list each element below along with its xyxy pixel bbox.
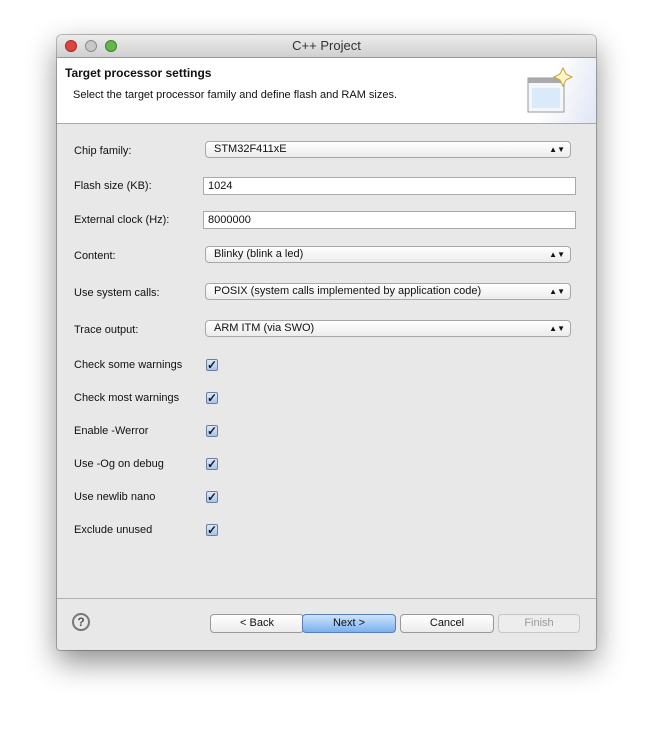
check-some-warnings-checkbox[interactable]: ✓ [206,359,218,371]
use-og-label: Use -Og on debug [74,458,164,470]
enable-werror-label: Enable -Werror [74,425,149,437]
exclude-unused-label: Exclude unused [74,524,153,536]
check-most-warnings-checkbox[interactable]: ✓ [206,392,218,404]
trace-output-value: ARM ITM (via SWO) [214,322,315,334]
exclude-unused-checkbox[interactable]: ✓ [206,524,218,536]
enable-werror-checkbox[interactable]: ✓ [206,425,218,437]
title-bar: C++ Project [57,35,596,58]
system-calls-select[interactable]: POSIX (system calls implemented by appli… [205,283,571,300]
minimize-button[interactable] [85,40,97,52]
system-calls-label: Use system calls: [74,287,160,299]
content-value: Blinky (blink a led) [214,248,304,260]
chevron-updown-icon: ▲▼ [549,145,565,154]
page-description: Select the target processor family and d… [73,89,398,101]
check-most-warnings-label: Check most warnings [74,392,180,404]
help-icon[interactable]: ? [72,613,90,631]
dialog-window: C++ Project Target processor settings Se… [57,35,596,650]
use-newlib-nano-checkbox[interactable]: ✓ [206,491,218,503]
divider [57,598,596,599]
chip-family-select[interactable]: STM32F411xE ▲▼ [205,141,571,158]
wizard-header: Target processor settings Select the tar… [57,58,596,124]
chip-family-label: Chip family: [74,145,132,157]
cancel-button[interactable]: Cancel [400,614,494,633]
finish-button: Finish [498,614,580,633]
chevron-updown-icon: ▲▼ [549,324,565,333]
window-title: C++ Project [292,38,361,53]
external-clock-label: External clock (Hz): [74,214,170,226]
flash-size-input[interactable]: 1024 [203,177,576,195]
trace-output-label: Trace output: [74,324,139,336]
page-title: Target processor settings [65,66,212,80]
chevron-updown-icon: ▲▼ [549,287,565,296]
trace-output-select[interactable]: ARM ITM (via SWO) ▲▼ [205,320,571,337]
use-og-checkbox[interactable]: ✓ [206,458,218,470]
zoom-button[interactable] [105,40,117,52]
content-select[interactable]: Blinky (blink a led) ▲▼ [205,246,571,263]
use-newlib-nano-label: Use newlib nano [74,491,156,503]
flash-size-label: Flash size (KB): [74,180,152,192]
next-button[interactable]: Next > [302,614,396,633]
system-calls-value: POSIX (system calls implemented by appli… [214,285,482,297]
close-button[interactable] [65,40,77,52]
chevron-updown-icon: ▲▼ [549,250,565,259]
content-label: Content: [74,250,116,262]
chip-family-value: STM32F411xE [214,143,287,155]
back-button[interactable]: < Back [210,614,304,633]
wizard-banner-icon [516,58,596,123]
check-some-warnings-label: Check some warnings [74,359,183,371]
external-clock-input[interactable]: 8000000 [203,211,576,229]
